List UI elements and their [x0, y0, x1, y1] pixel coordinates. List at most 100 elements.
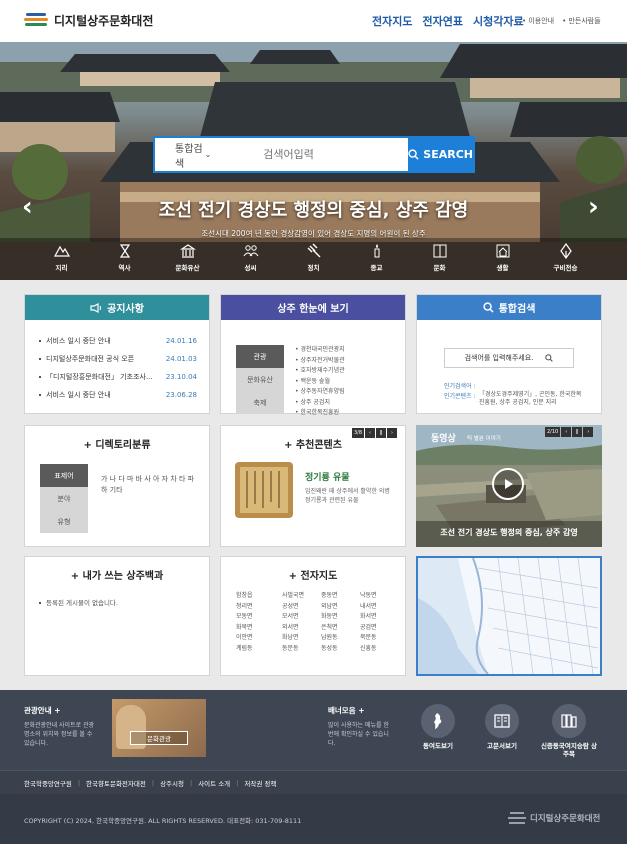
footer-link-aks[interactable]: 한국학중앙연구원: [24, 778, 72, 788]
popular-content-text[interactable]: 「경상도경주제영기」, 곤인동, 한국한복진흥원, 상주 공검지, 인문 지리: [479, 391, 585, 407]
tab-festival[interactable]: 축제: [236, 391, 284, 414]
list-item[interactable]: 남원동: [321, 633, 338, 644]
list-item[interactable]: 화동면: [321, 612, 338, 623]
util-guide[interactable]: • 이용안내: [522, 16, 554, 26]
footer-link-old-documents[interactable]: 고문서보기: [482, 704, 522, 750]
list-item[interactable]: 함창읍: [236, 591, 253, 602]
category-label: 역사: [118, 264, 131, 272]
util-credits[interactable]: • 만든사람들: [562, 16, 601, 26]
plus-icon[interactable]: +: [54, 706, 60, 715]
list-item[interactable]: • 경천대국민관광지: [295, 345, 345, 356]
emap-col-4: 낙동면 내서면 화서면 공검면 북문동 신흥동: [360, 591, 377, 654]
footer-link-copyright[interactable]: 저작권 정책: [244, 778, 276, 788]
video-card[interactable]: 동영상 틱 별뷴 이야기 2/10 ‹ ǁ › 조선 전기 경상도 행정의 중심…: [416, 425, 602, 547]
pen-icon: [559, 243, 572, 259]
list-item[interactable]: 계림동: [236, 644, 253, 655]
tab-headword[interactable]: 표제어: [40, 464, 88, 487]
list-item[interactable]: 북문동: [360, 633, 377, 644]
list-item[interactable]: 디지털상주문화대전 공식 오픈 24.01.03: [39, 350, 197, 368]
list-item[interactable]: 사벌국면: [282, 591, 304, 602]
list-item[interactable]: • 한국한복진흥원: [295, 408, 345, 419]
footer-logo[interactable]: 디지털상주문화대전: [508, 811, 600, 825]
list-item[interactable]: 모동면: [236, 612, 253, 623]
overview-item-label: 상주동자연휴양림: [300, 388, 345, 395]
category-culture[interactable]: 문화: [415, 238, 465, 280]
footer-link-dongyeodo[interactable]: 동여도보기: [418, 704, 458, 750]
tour-banner-image[interactable]: 문화관광: [112, 699, 206, 757]
footer-link-about[interactable]: 사이트 소개: [198, 778, 230, 788]
list-item[interactable]: 동문동: [282, 644, 304, 655]
integrated-search-header[interactable]: 통합검색: [417, 295, 601, 320]
baekgwa-title[interactable]: + 내가 쓰는 상주백과: [25, 557, 209, 582]
overview-tabs: 관광 문화유산 축제: [236, 345, 284, 414]
list-item[interactable]: • 백운동 숲월: [295, 377, 345, 388]
search-button[interactable]: SEARCH: [408, 138, 473, 171]
nav-emap[interactable]: 전자지도: [372, 13, 412, 29]
notice-header[interactable]: 공지사항: [25, 295, 209, 320]
plus-icon[interactable]: +: [358, 706, 364, 715]
recommend-item-title[interactable]: 정기룡 유물: [305, 470, 350, 483]
footer-link-label: 고문서보기: [487, 742, 517, 750]
list-item[interactable]: 「디지털장흥문화대전」 기초조사... 23.10.04: [39, 368, 197, 386]
list-item[interactable]: 외남면: [321, 602, 338, 613]
list-item[interactable]: 은척면: [321, 623, 338, 634]
next-icon[interactable]: ›: [583, 427, 594, 437]
list-item[interactable]: 공성면: [282, 602, 304, 613]
directory-title[interactable]: + 디렉토리분류: [25, 426, 209, 451]
footer-link-sinjeung[interactable]: 신증동국여지승람 상주목: [540, 704, 598, 758]
pause-icon[interactable]: ǁ: [572, 427, 583, 437]
nav-av[interactable]: 시청각자료: [473, 13, 524, 29]
pause-icon[interactable]: ǁ: [376, 428, 387, 438]
list-item[interactable]: 화북면: [236, 623, 253, 634]
footer-link-sangju-city[interactable]: 상주시청: [160, 778, 184, 788]
list-item[interactable]: 화서면: [360, 612, 377, 623]
list-item[interactable]: • 호자방재수기념관: [295, 366, 345, 377]
list-item[interactable]: • 상주 공검지: [295, 398, 345, 409]
tab-field[interactable]: 분야: [40, 487, 88, 510]
search-scope-select[interactable]: 통합검색 ⌄: [155, 138, 223, 171]
category-oral[interactable]: 구비전승: [541, 238, 591, 280]
integrated-search-input[interactable]: 검색어를 입력해주세요.: [444, 348, 574, 368]
tab-type[interactable]: 유형: [40, 510, 88, 533]
search-input[interactable]: [223, 138, 409, 171]
category-history[interactable]: 역사: [100, 238, 150, 280]
list-item[interactable]: 낙동면: [360, 591, 377, 602]
logo-mark-icon: [24, 11, 48, 29]
category-surname[interactable]: 성씨: [226, 238, 276, 280]
play-icon[interactable]: [492, 468, 524, 500]
directory-letters[interactable]: 가 나 다 마 바 사 아 자 차 타 파 하 기타: [101, 474, 197, 496]
category-geography[interactable]: 지리: [37, 238, 87, 280]
site-logo[interactable]: 디지털상주문화대전: [24, 11, 153, 29]
footer-link-grandculture[interactable]: 한국향토문화전자대전: [86, 778, 146, 788]
overview-header[interactable]: 상주 한눈에 보기: [221, 295, 405, 320]
list-item[interactable]: • 상주동자연휴양림: [295, 387, 345, 398]
list-item[interactable]: 동성동: [321, 644, 338, 655]
emap-title[interactable]: + 전자지도: [221, 557, 405, 582]
tab-heritage[interactable]: 문화유산: [236, 368, 284, 391]
list-item[interactable]: 공검면: [360, 623, 377, 634]
category-religion[interactable]: 종교: [352, 238, 402, 280]
tab-tourism[interactable]: 관광: [236, 345, 284, 368]
map-preview[interactable]: [416, 556, 602, 676]
list-item[interactable]: 서비스 일시 중단 안내 23.06.28: [39, 386, 197, 404]
prev-icon[interactable]: ‹: [561, 427, 572, 437]
category-life[interactable]: 생활: [478, 238, 528, 280]
next-icon[interactable]: ›: [387, 428, 398, 438]
list-item[interactable]: 서비스 일시 중단 안내 24.01.16: [39, 332, 197, 350]
list-item[interactable]: 모서면: [282, 612, 304, 623]
notice-text: 디지털상주문화대전 공식 오픈: [46, 355, 135, 363]
category-heritage[interactable]: 문화유산: [163, 238, 213, 280]
list-item[interactable]: 청리면: [236, 602, 253, 613]
nav-timeline[interactable]: 전자연표: [422, 13, 462, 29]
list-item[interactable]: 중동면: [321, 591, 338, 602]
list-item[interactable]: 내서면: [360, 602, 377, 613]
prev-icon[interactable]: ‹: [365, 428, 376, 438]
category-politics[interactable]: 정치: [289, 238, 339, 280]
category-label: 구비전승: [553, 264, 578, 272]
list-item[interactable]: 외서면: [282, 623, 304, 634]
list-item[interactable]: 신흥동: [360, 644, 377, 655]
list-item[interactable]: 이안면: [236, 633, 253, 644]
list-item[interactable]: 화남면: [282, 633, 304, 644]
tour-button[interactable]: 문화관광: [130, 731, 188, 745]
list-item[interactable]: • 상주자전거박물관: [295, 356, 345, 367]
